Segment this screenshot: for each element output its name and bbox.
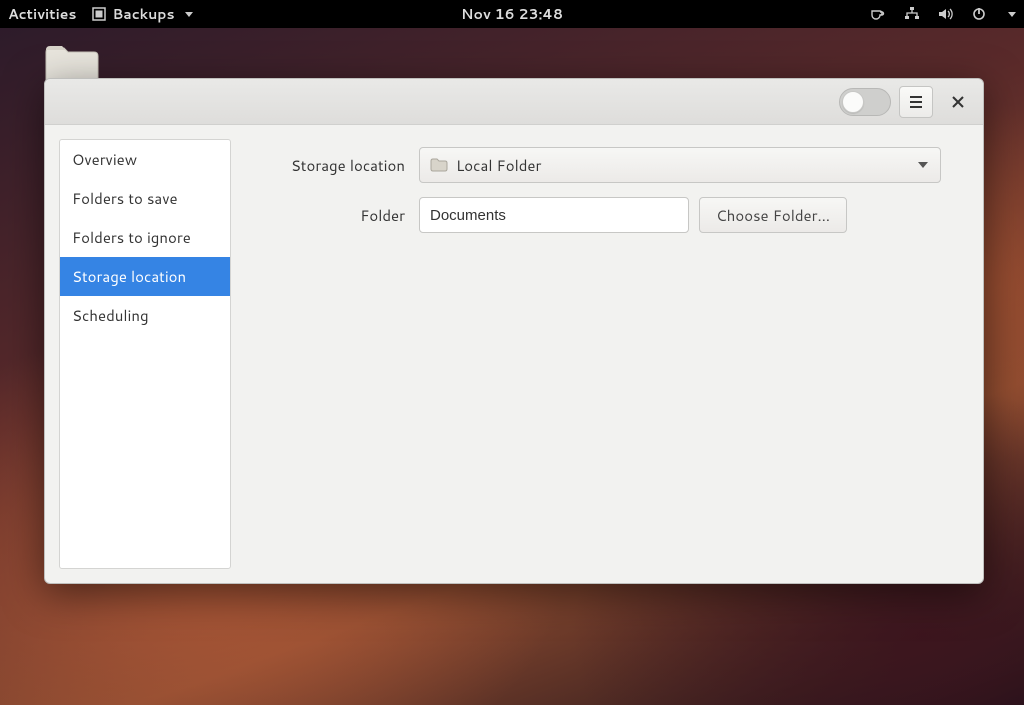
folder-row: Folder Choose Folder… [271, 197, 941, 233]
sidebar-item-scheduling[interactable]: Scheduling [60, 296, 230, 335]
hamburger-menu-button[interactable] [899, 86, 933, 118]
top-panel: Activities Backups Nov 16 23:48 [0, 0, 1024, 28]
sidebar-item-label: Folders to ignore [72, 227, 191, 248]
volume-icon[interactable] [938, 7, 954, 21]
folder-label: Folder [271, 205, 419, 226]
sidebar-item-folders-to-save[interactable]: Folders to save [60, 179, 230, 218]
storage-location-value: Local Folder [456, 155, 541, 176]
system-menu-chevron-icon[interactable] [1008, 12, 1016, 17]
network-icon[interactable] [904, 7, 920, 21]
sidebar-item-label: Storage location [72, 266, 186, 287]
sidebar-item-label: Overview [72, 149, 137, 170]
window-content: Overview Folders to save Folders to igno… [45, 125, 983, 583]
choose-folder-label: Choose Folder… [716, 205, 830, 226]
folder-icon [430, 158, 448, 172]
folder-input[interactable] [419, 197, 689, 233]
close-button[interactable] [941, 86, 975, 118]
sidebar-item-label: Scheduling [72, 305, 149, 326]
power-icon[interactable] [972, 7, 986, 21]
switch-knob [842, 91, 864, 113]
backup-enable-switch[interactable] [839, 88, 891, 116]
activities-button[interactable]: Activities [8, 4, 76, 24]
storage-location-dropdown[interactable]: Local Folder [419, 147, 941, 183]
choose-folder-button[interactable]: Choose Folder… [699, 197, 847, 233]
chevron-down-icon [185, 12, 193, 17]
headerbar [45, 79, 983, 125]
caffeine-icon[interactable] [870, 7, 886, 21]
sidebar-item-label: Folders to save [72, 188, 178, 209]
sidebar-item-folders-to-ignore[interactable]: Folders to ignore [60, 218, 230, 257]
sidebar: Overview Folders to save Folders to igno… [59, 139, 231, 569]
sidebar-item-overview[interactable]: Overview [60, 140, 230, 179]
chevron-down-icon [918, 162, 928, 168]
app-menu-label: Backups [112, 4, 174, 24]
app-menu-icon [92, 7, 106, 21]
main-panel: Storage location Local Folder Folder Cho… [231, 139, 969, 569]
close-icon [952, 96, 964, 108]
sidebar-item-storage-location[interactable]: Storage location [60, 257, 230, 296]
backups-window: Overview Folders to save Folders to igno… [44, 78, 984, 584]
app-menu[interactable]: Backups [92, 4, 192, 24]
clock[interactable]: Nov 16 23:48 [461, 4, 563, 24]
hamburger-icon [908, 95, 924, 109]
storage-location-row: Storage location Local Folder [271, 147, 941, 183]
storage-location-label: Storage location [271, 155, 419, 176]
